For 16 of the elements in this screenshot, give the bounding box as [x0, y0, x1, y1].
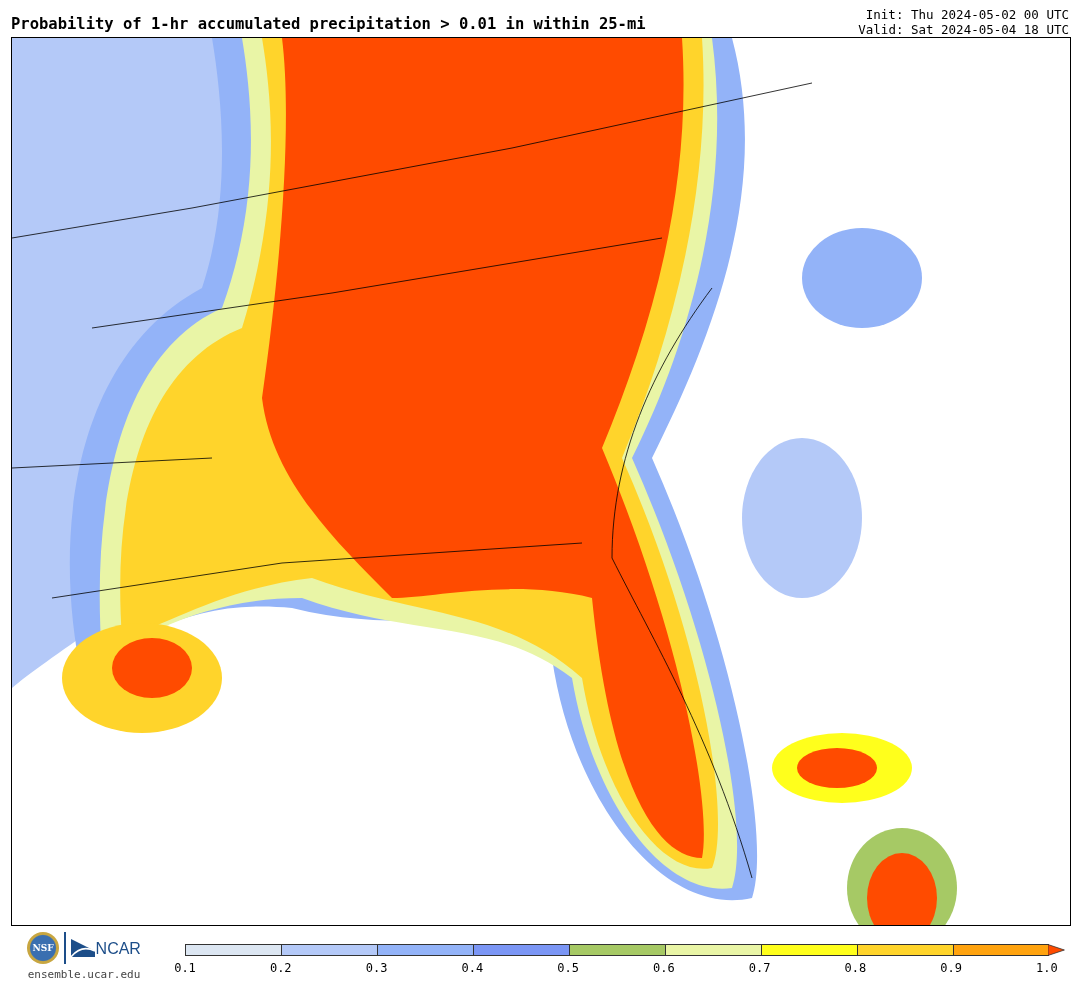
- legend-tick-label: 0.8: [843, 961, 868, 975]
- legend-tick-label: 1.0: [1035, 961, 1059, 975]
- legend-tick-label: 0.6: [652, 961, 676, 975]
- init-time: Init: Thu 2024-05-02 00 UTC: [865, 7, 1069, 22]
- legend-tick-label: 0.7: [747, 961, 772, 975]
- legend-tick-label: 0.2: [268, 961, 293, 975]
- site-url: ensemble.ucar.edu: [27, 968, 141, 981]
- seal-logo: NSF: [27, 932, 60, 964]
- valid-time: Valid: Sat 2024-05-04 18 UTC: [858, 22, 1069, 37]
- legend-tick-label: 0.4: [460, 961, 485, 975]
- legend-tick-label: 0.1: [173, 961, 197, 975]
- legend-tick-label: 0.9: [939, 961, 963, 975]
- legend-tick-label: 0.3: [364, 961, 389, 975]
- chart-title: Probability of 1-hr accumulated precipitation > 0.01 in within 25-mi: [11, 15, 646, 35]
- legend-tick-label: 0.5: [556, 961, 580, 975]
- wordmark-logo: NCAR: [70, 939, 141, 957]
